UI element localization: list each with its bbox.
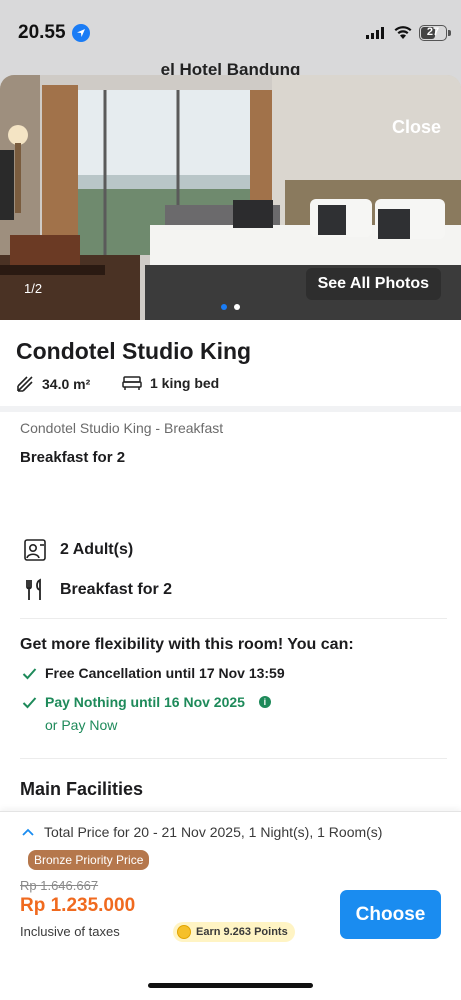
bed-icon xyxy=(122,376,142,390)
coin-icon xyxy=(177,925,191,939)
battery-level: 27 xyxy=(426,26,440,38)
close-button[interactable]: Close xyxy=(392,117,441,138)
booking-bar: Total Price for 20 - 21 Nov 2025, 1 Nigh… xyxy=(0,811,461,1000)
divider-line xyxy=(20,618,447,619)
room-size-label: 34.0 m² xyxy=(42,376,91,392)
free-cancellation-label: Free Cancellation until 17 Nov 13:59 xyxy=(45,665,285,681)
battery-icon: 27 xyxy=(419,25,447,41)
rate-plan-meal: Breakfast for 2 xyxy=(20,449,126,466)
guests-label: 2 Adult(s) xyxy=(60,541,134,558)
room-size: 34.0 m² xyxy=(16,375,90,393)
carousel-dot[interactable] xyxy=(234,304,240,310)
section-divider xyxy=(0,406,461,412)
carousel-dot-active[interactable] xyxy=(221,304,227,310)
breakfast-label: Breakfast for 2 xyxy=(60,581,173,598)
main-facilities-title: Main Facilities xyxy=(20,779,144,799)
flexibility-title: Get more flexibility with this room! You… xyxy=(20,636,354,653)
room-photo[interactable]: Close 1/2 See All Photos xyxy=(0,75,461,320)
status-time: 20.55 xyxy=(18,22,66,43)
rate-plan-name: Condotel Studio King - Breakfast xyxy=(20,420,224,436)
room-size-icon xyxy=(17,376,33,392)
total-price-toggle[interactable]: Total Price for 20 - 21 Nov 2025, 1 Nigh… xyxy=(22,824,382,840)
see-all-photos-button[interactable]: See All Photos xyxy=(305,268,441,300)
original-price: Rp 1.646.667 xyxy=(20,878,99,893)
signal-icon xyxy=(366,27,384,39)
wifi-icon xyxy=(394,26,412,39)
guests-row: 2 Adult(s) xyxy=(22,537,133,563)
status-bar: 20.55 27 el Hotel Bandung xyxy=(0,0,461,79)
utensils-icon xyxy=(26,578,41,600)
divider-line xyxy=(20,758,447,759)
pay-later-row: Pay Nothing until 16 Nov 2025 i xyxy=(22,694,271,710)
info-icon[interactable]: i xyxy=(258,696,271,708)
photo-counter: 1/2 xyxy=(24,281,43,296)
home-indicator[interactable] xyxy=(148,983,313,988)
check-icon xyxy=(22,667,37,679)
pay-now-label: or Pay Now xyxy=(45,717,118,733)
taxes-note: Inclusive of taxes xyxy=(20,924,120,939)
room-detail-sheet: Close 1/2 See All Photos Condotel Studio… xyxy=(0,75,461,1000)
guests-icon xyxy=(24,539,46,561)
check-icon xyxy=(22,696,37,708)
chevron-up-icon xyxy=(22,828,34,836)
room-title: Condotel Studio King xyxy=(16,338,252,364)
room-bed-label: 1 king bed xyxy=(150,375,220,391)
points-label: Earn 9.263 Points xyxy=(196,926,288,938)
location-arrow-icon xyxy=(72,24,90,42)
points-badge: Earn 9.263 Points xyxy=(173,922,295,942)
free-cancellation-row: Free Cancellation until 17 Nov 13:59 xyxy=(22,665,285,681)
discounted-price: Rp 1.235.000 xyxy=(20,895,136,916)
choose-button[interactable]: Choose xyxy=(340,890,441,939)
total-price-label: Total Price for 20 - 21 Nov 2025, 1 Nigh… xyxy=(44,824,383,840)
priority-price-badge: Bronze Priority Price xyxy=(28,850,150,870)
room-bed: 1 king bed xyxy=(122,375,219,391)
pay-later-label: Pay Nothing until 16 Nov 2025 xyxy=(45,694,245,710)
breakfast-row: Breakfast for 2 xyxy=(22,577,172,603)
